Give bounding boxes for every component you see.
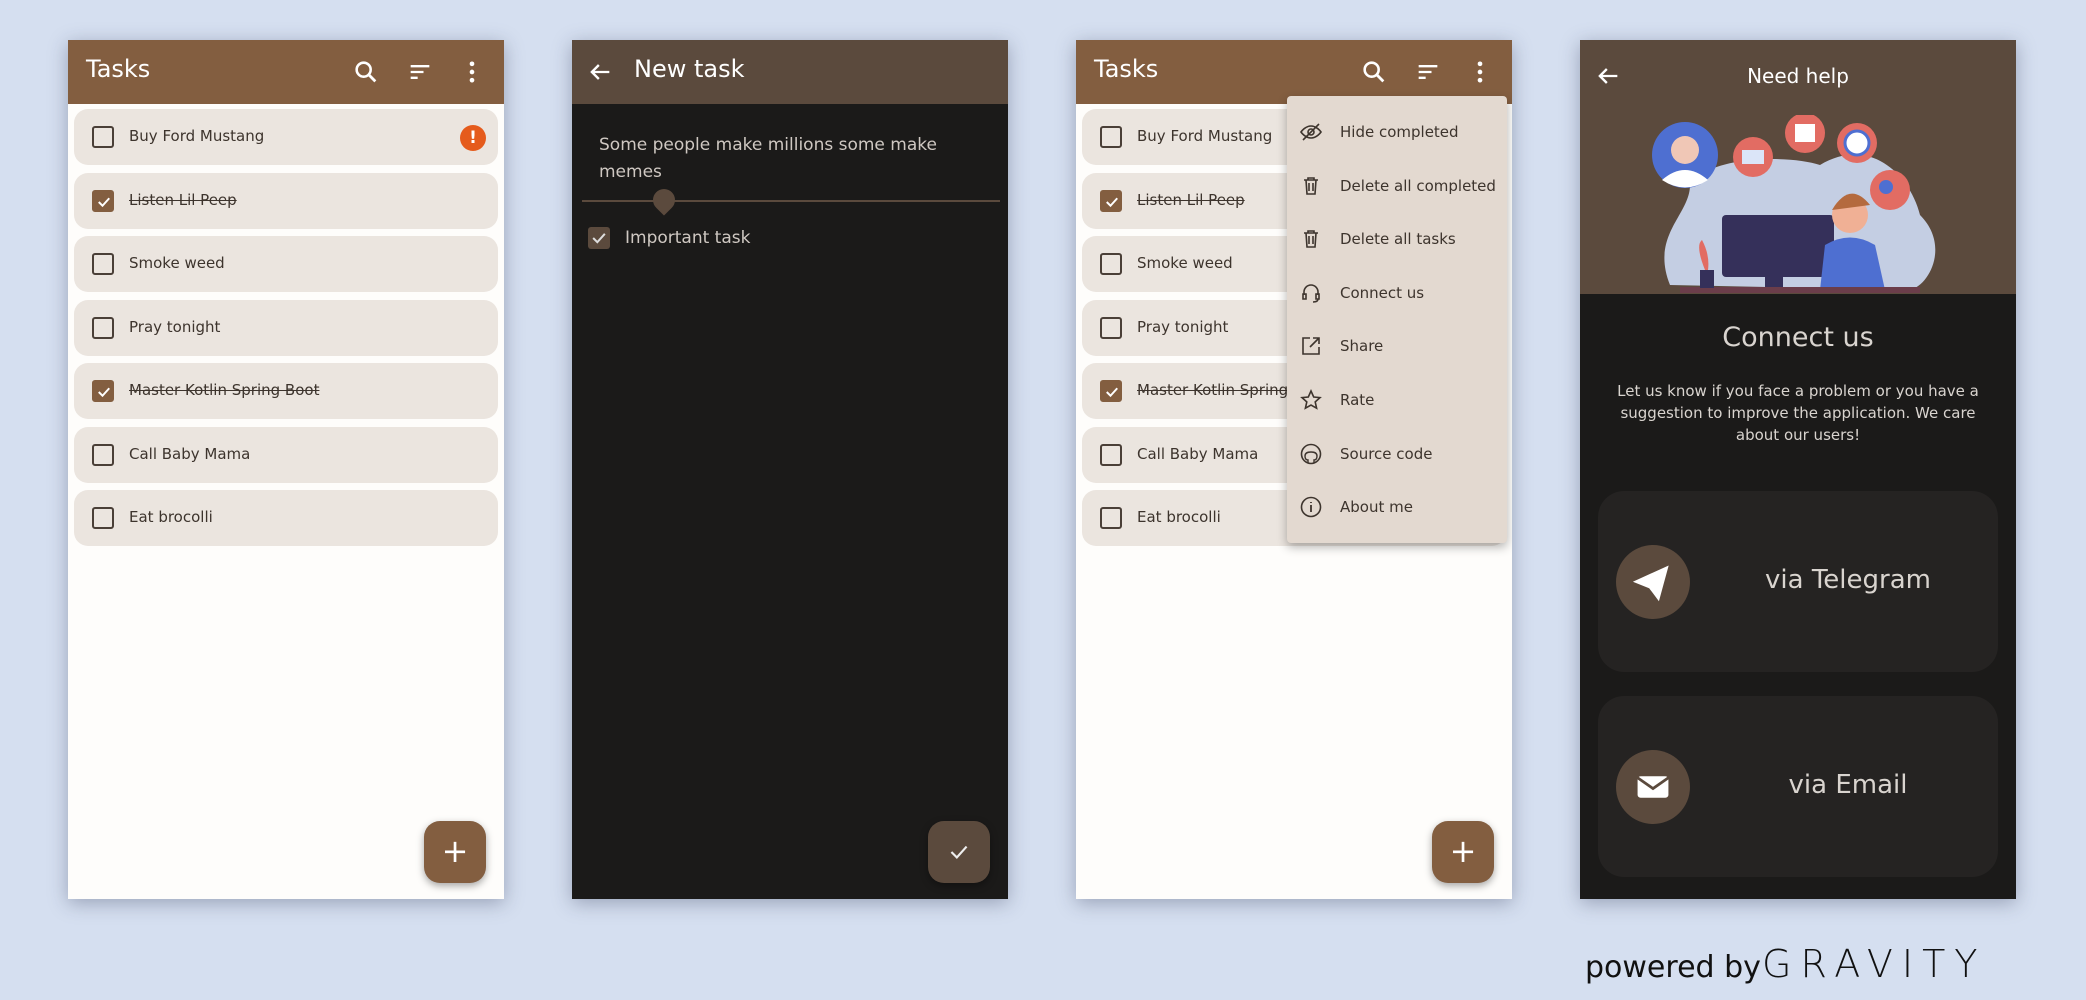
task-label: Smoke weed [129, 254, 225, 272]
task-checkbox[interactable] [1100, 380, 1122, 402]
task-label: Listen Lil Peep [1137, 190, 1245, 209]
important-icon: ! [460, 125, 486, 151]
telegram-label: via Telegram [1765, 565, 1931, 595]
task-label: Listen Lil Peep [129, 190, 237, 209]
star-icon [1300, 389, 1322, 410]
task-checkbox[interactable] [1100, 507, 1122, 529]
task-label: Smoke weed [1137, 254, 1233, 272]
menu-item[interactable]: Delete all tasks [1287, 214, 1507, 264]
more-vert-icon[interactable] [1466, 58, 1494, 86]
task-checkbox[interactable] [1100, 189, 1122, 212]
important-label: Important task [625, 228, 751, 248]
menu-item-label: Source code [1340, 444, 1433, 463]
task-row[interactable]: Eat brocolli [74, 490, 498, 546]
cursor-handle[interactable] [648, 184, 680, 216]
app-title: Tasks [86, 55, 151, 83]
task-row[interactable]: Buy Ford Mustang! [74, 109, 498, 165]
add-task-button[interactable]: + [1432, 821, 1494, 883]
help-header: Need help [1580, 40, 2016, 294]
task-row[interactable]: Smoke weed [74, 236, 498, 292]
app-title: New task [634, 55, 745, 83]
menu-item[interactable]: Share [1287, 321, 1507, 371]
add-task-button[interactable]: + [424, 821, 486, 883]
support-illustration [1652, 115, 1936, 293]
menu-item-label: Share [1340, 337, 1384, 356]
task-checkbox[interactable] [1100, 126, 1122, 148]
search-icon[interactable] [1360, 58, 1388, 86]
telegram-icon [1616, 545, 1690, 619]
menu-item-label: Delete all tasks [1340, 230, 1456, 249]
screen-task-list: Tasks Buy Ford Mustang! Listen Lil Peep Sm… [68, 40, 504, 899]
trash-icon [1304, 176, 1318, 195]
app-bar: Tasks [68, 40, 504, 104]
task-label: Eat brocolli [1137, 508, 1221, 526]
task-label: Eat brocolli [129, 508, 213, 526]
email-icon [1616, 750, 1690, 824]
menu-item[interactable]: Source code [1287, 429, 1507, 479]
task-checkbox[interactable] [92, 316, 114, 339]
save-task-button[interactable] [928, 821, 990, 883]
task-row[interactable]: Listen Lil Peep [74, 172, 498, 229]
menu-item-label: Hide completed [1340, 123, 1459, 141]
app-title: Need help [1747, 64, 1849, 88]
menu-item[interactable]: Delete all completed [1287, 161, 1507, 211]
telegram-button[interactable]: via Telegram [1598, 491, 1998, 672]
sort-icon[interactable] [406, 58, 434, 86]
task-checkbox[interactable] [1100, 253, 1122, 275]
github-icon [1300, 443, 1322, 464]
task-checkbox[interactable] [92, 189, 114, 212]
app-bar: Tasks [1076, 40, 1512, 104]
task-checkbox[interactable] [92, 380, 114, 402]
task-checkbox[interactable] [92, 253, 114, 275]
task-label: Buy Ford Mustang [129, 127, 265, 145]
app-title: Tasks [1094, 55, 1159, 83]
trash-icon [1304, 230, 1318, 248]
screen-new-task: New task Some people make millions some … [572, 40, 1008, 899]
task-checkbox[interactable] [92, 507, 114, 529]
task-label: Call Baby Mama [129, 444, 251, 463]
menu-item[interactable]: Hide completed [1287, 107, 1507, 157]
gravity-logo: GRAVITY [1762, 942, 1987, 986]
menu-item[interactable]: Rate [1287, 375, 1507, 425]
task-row[interactable]: Master Kotlin Spring Boot [74, 363, 498, 419]
menu-item-label: Delete all completed [1340, 176, 1496, 195]
share-icon [1302, 337, 1320, 356]
overflow-menu: Hide completed Delete all completed Delete… [1287, 96, 1507, 543]
menu-item[interactable]: About me [1287, 482, 1507, 532]
task-row[interactable]: Call Baby Mama [74, 426, 498, 483]
app-bar: New task [572, 40, 1008, 104]
task-row[interactable]: Pray tonight [74, 299, 498, 356]
email-button[interactable]: via Email [1598, 696, 1998, 877]
sort-icon[interactable] [1414, 58, 1442, 86]
task-checkbox[interactable] [1100, 443, 1122, 466]
menu-item[interactable]: Connect us [1287, 268, 1507, 318]
menu-item-label: About me [1340, 498, 1413, 517]
task-checkbox[interactable] [92, 126, 114, 148]
task-label: Pray tonight [129, 317, 221, 336]
task-label: Call Baby Mama [1137, 444, 1259, 463]
screen-task-list-menu: Tasks Buy Ford Mustang Listen Lil Peep Smo… [1076, 40, 1512, 899]
more-vert-icon[interactable] [458, 58, 486, 86]
search-icon[interactable] [352, 58, 380, 86]
menu-item-label: Connect us [1340, 283, 1425, 302]
info-icon [1300, 496, 1322, 518]
important-checkbox[interactable] [588, 227, 610, 249]
task-label: Buy Ford Mustang [1137, 127, 1273, 145]
back-arrow-icon[interactable] [586, 58, 614, 86]
input-underline [582, 200, 1000, 202]
powered-by-text: powered by [1585, 950, 1761, 985]
screen-need-help: Need help Connect us Let us know if you … [1580, 40, 2016, 899]
task-checkbox[interactable] [1100, 316, 1122, 339]
headset-icon [1302, 284, 1320, 303]
menu-item-label: Rate [1340, 391, 1375, 409]
email-label: via Email [1788, 770, 1908, 800]
connect-heading: Connect us [1722, 322, 1874, 353]
task-label: Master Kotlin Spring Boot [129, 381, 320, 399]
connect-description: Let us know if you face a problem or you… [1617, 382, 1979, 444]
eye-off-icon [1300, 123, 1322, 141]
task-input[interactable]: Some people make millions some make meme… [599, 132, 959, 186]
task-label: Pray tonight [1137, 317, 1229, 336]
task-checkbox[interactable] [92, 443, 114, 466]
